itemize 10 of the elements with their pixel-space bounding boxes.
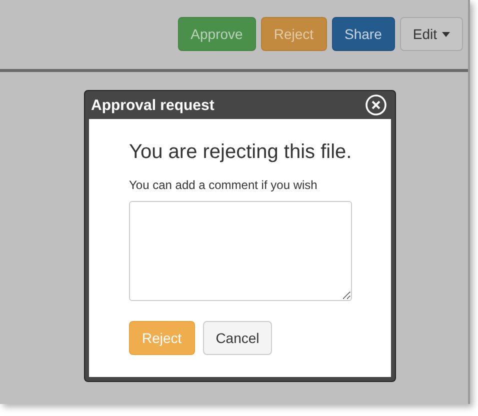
dialog-button[interactable]: Cancel (202, 321, 272, 355)
comment-field[interactable] (129, 201, 352, 301)
comment-label: You can add a comment if you wish (129, 178, 318, 192)
dialog-title: Approval request (91, 96, 214, 114)
toolbar-button[interactable]: Share (332, 17, 395, 51)
close-icon[interactable] (365, 94, 387, 116)
dialog-heading: You are rejecting this file. (129, 141, 353, 164)
toolbar-button[interactable]: Approve (178, 17, 256, 51)
toolbar-button[interactable]: Edit (400, 17, 463, 51)
caret-icon (442, 32, 450, 36)
